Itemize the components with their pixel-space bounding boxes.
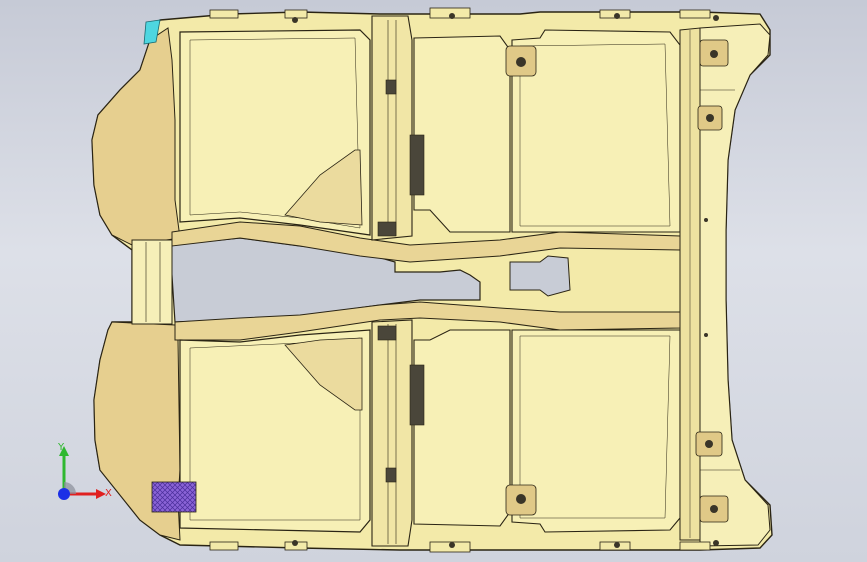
rear-panel xyxy=(699,23,771,547)
rear-right-floor-pan xyxy=(511,329,681,533)
cad-graphics-viewport[interactable]: Y X xyxy=(0,0,867,562)
floor-panel-model[interactable] xyxy=(0,0,867,562)
coordinate-triad: Y X xyxy=(57,442,112,500)
rear-mid-slot xyxy=(409,364,425,426)
left-flange-upper xyxy=(91,27,181,246)
cross-member-upper xyxy=(371,15,413,241)
front-right-floor-pan xyxy=(511,29,681,233)
x-axis-label: X xyxy=(105,488,112,499)
vent-grille xyxy=(151,481,197,513)
front-mid-floor-pan xyxy=(413,35,511,233)
z-axis xyxy=(58,488,70,500)
tunnel-center-pocket xyxy=(509,255,571,297)
y-axis-label: Y xyxy=(57,442,65,453)
rear-mid-floor-pan xyxy=(413,329,511,527)
cross-member-lower xyxy=(371,319,413,547)
front-mid-slot xyxy=(409,134,425,196)
left-connector-strip xyxy=(131,239,173,325)
